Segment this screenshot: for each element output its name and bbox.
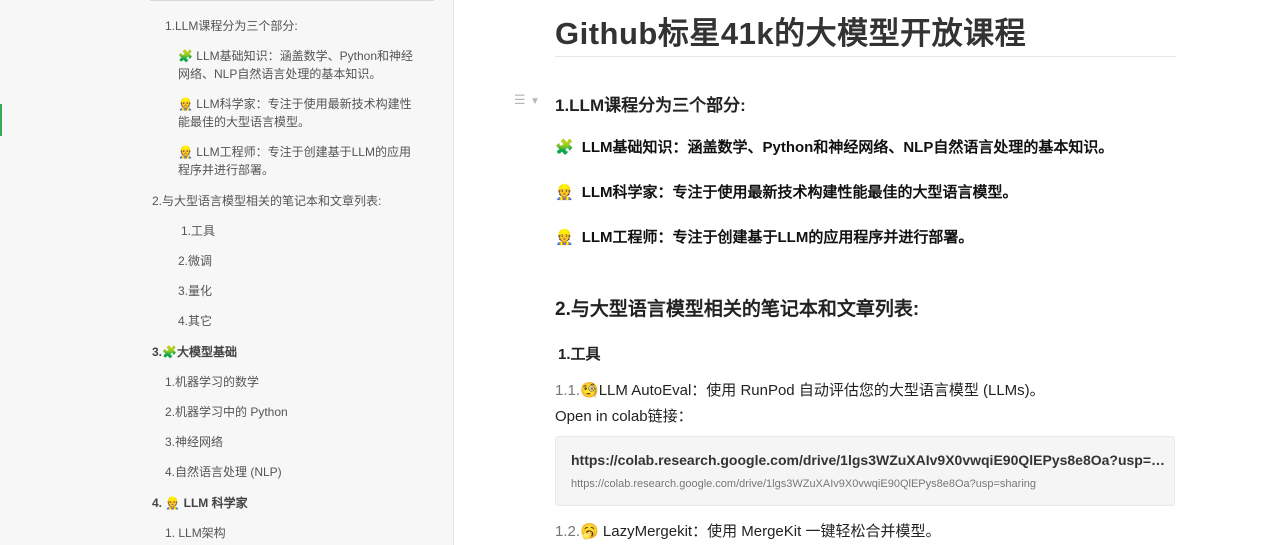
active-marker (0, 104, 2, 136)
outline-sidebar: 1.LLM课程分为三个部分: 🧩 LLM基础知识：涵盖数学、Python和神经 … (0, 0, 454, 545)
worker-icon: 👷 (555, 183, 574, 201)
worker-icon: 👷 (165, 496, 181, 510)
toc-item-llm-course-parts[interactable]: 1.LLM课程分为三个部分: (165, 17, 298, 36)
puzzle-icon: 🧩 (178, 49, 193, 63)
worker-icon: 👷 (178, 97, 193, 111)
toc-item-llm-scientist[interactable]: 👷 LLM科学家：专注于使用最新技术构建性 (178, 95, 412, 114)
page-title[interactable]: Github标星41k的大模型开放课程 (555, 8, 1026, 53)
toc-item-llm-fundamentals[interactable]: 3.🧩大模型基础 (152, 343, 237, 362)
subheading-tools[interactable]: 1.工具 (558, 343, 601, 364)
section-heading-notebooks[interactable]: 2.与大型语言模型相关的笔记本和文章列表: (555, 294, 919, 321)
toc-item-neural-networks[interactable]: 3.神经网络 (165, 433, 223, 452)
puzzle-icon: 🧩 (555, 138, 574, 156)
item-lazymergekit[interactable]: 1.2.🥱 LazyMergekit：使用 MergeKit 一键轻松合并模型。 (555, 520, 940, 541)
title-divider (555, 56, 1176, 57)
toc-item-llm-scientist-section[interactable]: 4. 👷 LLM 科学家 (152, 494, 248, 513)
toc-item-notebooks-list[interactable]: 2.与大型语言模型相关的笔记本和文章列表: (152, 192, 381, 211)
toc-item-llm-engineer-cont[interactable]: 程序并进行部署。 (178, 161, 274, 180)
toc-item-finetune[interactable]: 2.微调 (178, 252, 212, 271)
block-controls: ☰ ▼ (514, 92, 540, 108)
item-llm-autoeval[interactable]: 1.1.🧐LLM AutoEval：使用 RunPod 自动评估您的大型语言模型… (555, 379, 1045, 400)
section-heading-course-parts[interactable]: 1.LLM课程分为三个部分: (555, 91, 746, 116)
toc-item-llm-basics-cont[interactable]: 网络、NLP自然语言处理的基本知识。 (178, 65, 381, 84)
toc-item-ml-python[interactable]: 2.机器学习中的 Python (165, 403, 288, 422)
toc-item-llm-scientist-cont[interactable]: 能最佳的大型语言模型。 (178, 113, 310, 132)
monocle-face-icon: 🧐 (580, 381, 599, 399)
colab-link-card[interactable]: https://colab.research.google.com/drive/… (555, 436, 1175, 506)
toc-item-ml-math[interactable]: 1.机器学习的数学 (165, 373, 259, 392)
colab-label: Open in colab链接： (555, 408, 693, 425)
worker-icon: 👷 (555, 228, 574, 246)
yawning-face-icon: 🥱 (580, 522, 599, 540)
link-card-title[interactable]: https://colab.research.google.com/drive/… (571, 452, 1166, 468)
toc-item-llm-basics[interactable]: 🧩 LLM基础知识：涵盖数学、Python和神经 (178, 47, 413, 66)
document-editor[interactable]: Github标星41k的大模型开放课程 ☰ ▼ 1.LLM课程分为三个部分: 🧩 L… (454, 0, 1280, 545)
caret-down-icon[interactable]: ▼ (530, 96, 540, 107)
link-card-url[interactable]: https://colab.research.google.com/drive/… (571, 478, 1166, 490)
bullet-llm-scientist[interactable]: 👷 LLM科学家：专注于使用最新技术构建性能最佳的大型语言模型。 (555, 181, 1018, 202)
toc-item-quantization[interactable]: 3.量化 (178, 282, 212, 301)
toc-item-nlp[interactable]: 4.自然语言处理 (NLP) (165, 463, 282, 482)
toc-item-llm-architecture[interactable]: 1. LLM架构 (165, 524, 226, 543)
drag-handle-icon[interactable]: ☰ (514, 92, 526, 108)
bullet-llm-engineer[interactable]: 👷 LLM工程师：专注于创建基于LLM的应用程序并进行部署。 (555, 226, 973, 247)
toc-item-other[interactable]: 4.其它 (178, 312, 212, 331)
divider (150, 0, 434, 1)
toc-item-llm-engineer[interactable]: 👷 LLM工程师：专注于创建基于LLM的应用 (178, 143, 411, 162)
puzzle-icon: 🧩 (162, 345, 177, 359)
toc-item-tools[interactable]: 1.工具 (181, 222, 215, 241)
worker-icon: 👷 (178, 145, 193, 159)
bullet-llm-basics[interactable]: 🧩 LLM基础知识：涵盖数学、Python和神经网络、NLP自然语言处理的基本知识… (555, 136, 1113, 157)
